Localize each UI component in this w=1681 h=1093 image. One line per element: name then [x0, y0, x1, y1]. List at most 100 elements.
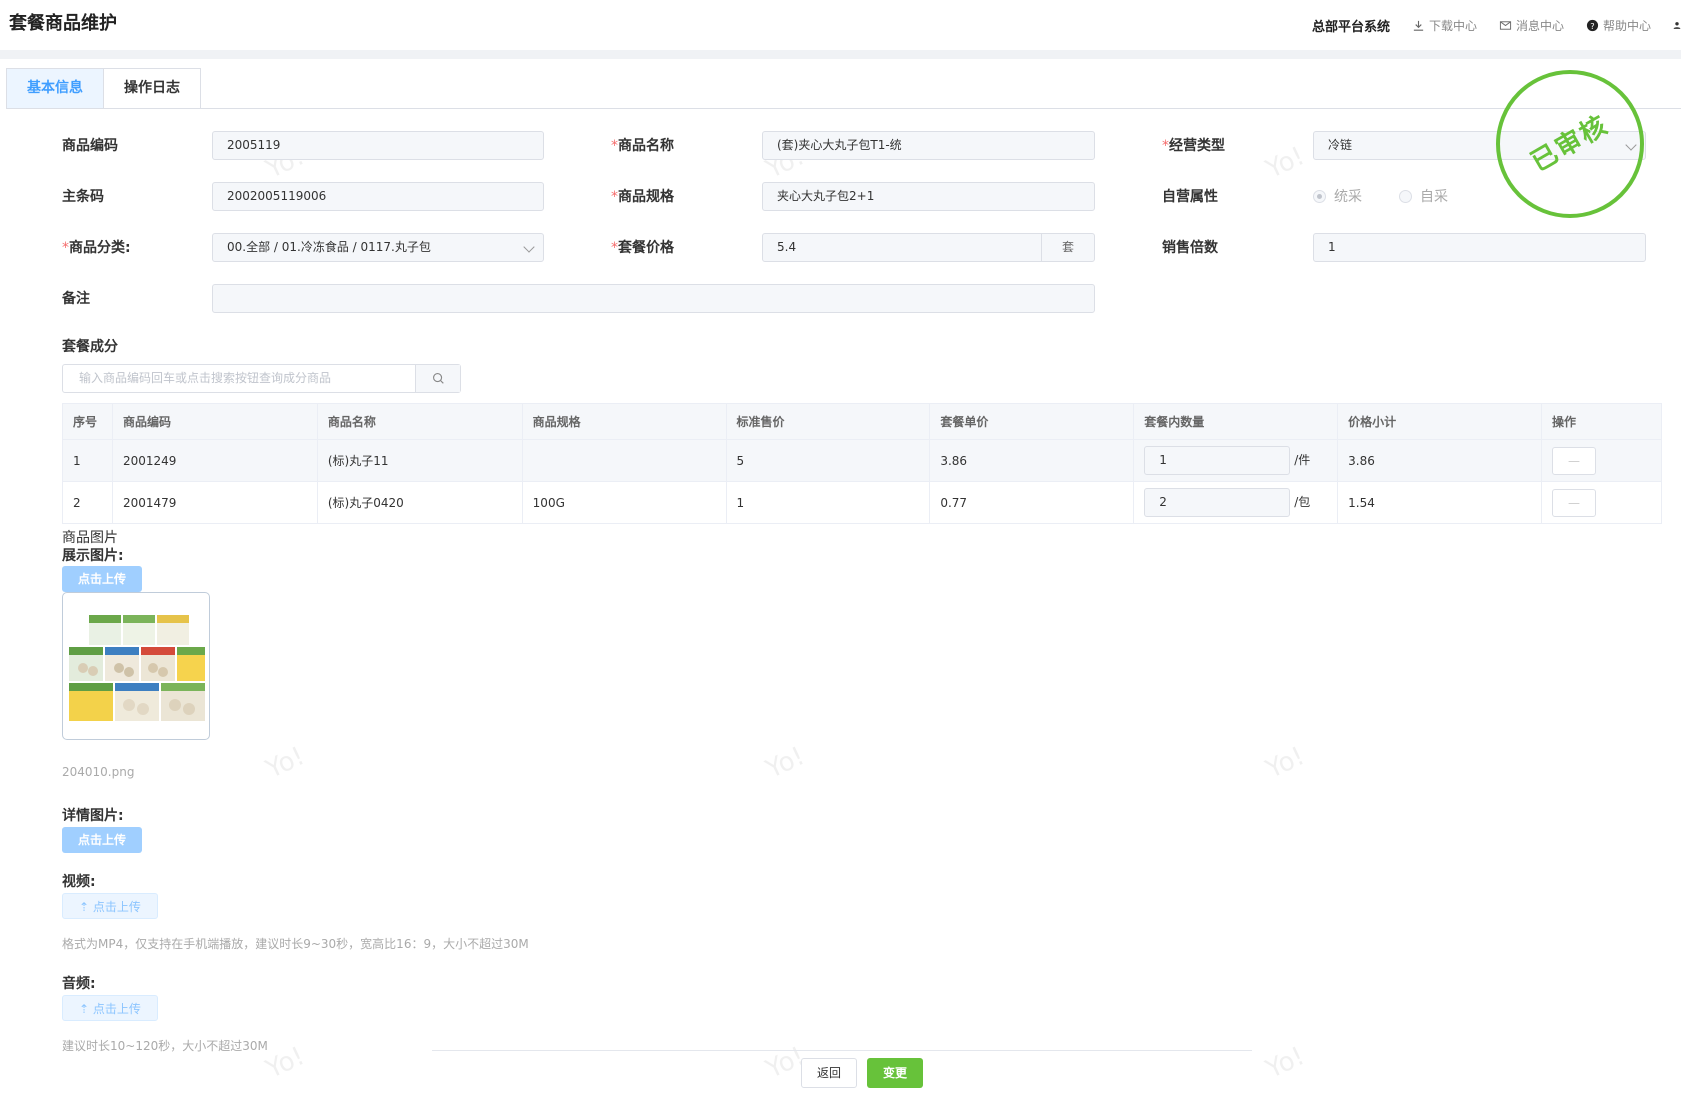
product-image — [69, 615, 205, 721]
required-mark: * — [611, 138, 618, 154]
system-name: 总部平台系统 — [1311, 20, 1390, 35]
price-unit: 套 — [1041, 233, 1095, 262]
spec-field[interactable]: 夹心大丸子包2+1 — [762, 182, 1095, 211]
spec-label: *商品规格 — [611, 186, 674, 206]
category-label-text: 商品分类: — [69, 240, 131, 256]
audio-label: 音频: — [62, 976, 96, 992]
price-field[interactable]: 5.4 — [762, 233, 1042, 262]
required-mark: * — [611, 240, 618, 256]
qty-unit: /包 — [1294, 495, 1311, 509]
name-label: *商品名称 — [611, 135, 674, 155]
radio-unchecked-icon — [1399, 189, 1412, 203]
message-center-label: 消息中心 — [1515, 19, 1564, 33]
help-center-link[interactable]: ? 帮助中心 — [1586, 17, 1651, 34]
tab-basic-info[interactable]: 基本信息 — [6, 68, 104, 109]
col-header: 商品编码 — [111, 403, 318, 440]
cell-qty: 1/件 — [1133, 439, 1339, 482]
change-button[interactable]: 变更 — [867, 1058, 923, 1088]
cell-code: 2001249 — [111, 439, 318, 482]
upload-icon: ⇡ — [79, 1002, 93, 1016]
header-divider — [0, 50, 1681, 59]
user-icon[interactable] — [1673, 19, 1681, 32]
price-label: *套餐价格 — [611, 237, 674, 257]
media-title: 商品图片 — [62, 530, 118, 546]
cell-name: (标)丸子11 — [316, 439, 523, 482]
barcode-field[interactable]: 2002005119006 — [212, 182, 544, 211]
multiple-field[interactable]: 1 — [1313, 233, 1646, 262]
back-button[interactable]: 返回 — [801, 1058, 857, 1088]
help-center-label: 帮助中心 — [1602, 19, 1651, 33]
cell-spec: 100G — [521, 481, 727, 524]
watermark: Yo! — [761, 741, 810, 785]
radio-tongcai[interactable]: 统采 — [1313, 186, 1362, 206]
spec-label-text: 商品规格 — [618, 189, 674, 205]
svg-text:?: ? — [1590, 21, 1594, 31]
qty-input[interactable]: 1 — [1144, 446, 1291, 475]
watermark: Yo! — [1261, 741, 1310, 785]
upload-video-button[interactable]: ⇡ 点击上传 — [62, 893, 158, 919]
watermark: Yo! — [261, 1041, 310, 1085]
video-label: 视频: — [62, 874, 96, 890]
remark-field[interactable] — [212, 284, 1095, 313]
message-center-link[interactable]: 消息中心 — [1499, 17, 1564, 34]
search-button[interactable] — [415, 365, 460, 392]
download-icon — [1413, 20, 1424, 31]
cell-subtotal: 3.86 — [1337, 439, 1542, 482]
page: 套餐商品维护 总部平台系统 下载中心 消息中心 ? 帮助中心 基本信息 操作日志… — [0, 0, 1681, 1093]
category-select[interactable]: 00.全部 / 01.冷冻食品 / 0117.丸子包 — [212, 233, 544, 262]
detail-image-label: 详情图片: — [62, 808, 124, 824]
required-mark: * — [62, 240, 69, 256]
product-image-thumbnail[interactable] — [62, 592, 210, 740]
qty-unit: /件 — [1294, 453, 1311, 467]
remove-row-button[interactable]: — — [1551, 446, 1596, 475]
cell-qty: 2/包 — [1133, 481, 1339, 524]
approved-stamp: 已审核 — [1496, 70, 1644, 218]
upload-display-image-button[interactable]: 点击上传 — [62, 566, 143, 592]
cell-std-price: 1 — [725, 481, 931, 524]
col-header: 商品规格 — [521, 403, 727, 440]
radio-zicai[interactable]: 自采 — [1399, 186, 1448, 206]
name-field[interactable]: (套)夹心大丸子包T1-统 — [762, 131, 1095, 160]
chevron-down-icon — [523, 241, 535, 253]
download-center-link[interactable]: 下载中心 — [1412, 17, 1477, 34]
name-label-text: 商品名称 — [618, 138, 674, 154]
components-title: 套餐成分 — [62, 339, 118, 355]
code-field[interactable]: 2005119 — [212, 131, 544, 160]
cell-index: 2 — [62, 481, 113, 524]
col-header: 套餐内数量 — [1133, 403, 1339, 440]
components-table: 序号 商品编码 商品名称 商品规格 标准售价 套餐单价 套餐内数量 价格小计 操… — [62, 403, 1663, 524]
image-filename[interactable]: 204010.png — [62, 765, 134, 779]
biz-type-label-text: 经营类型 — [1169, 138, 1225, 154]
page-title: 套餐商品维护 — [9, 13, 117, 34]
component-search[interactable]: 输入商品编码回车或点击搜索按钮查询成分商品 — [62, 364, 461, 393]
cell-op: — — [1540, 481, 1663, 524]
display-image-label: 展示图片: — [62, 548, 124, 564]
footer-divider — [432, 1050, 1252, 1051]
radio-tongcai-label: 统采 — [1334, 189, 1362, 205]
table-row: 1 2001249 (标)丸子11 5 3.86 1/件 3.86 — — [62, 439, 1663, 482]
cell-unit-price: 0.77 — [929, 481, 1135, 524]
self-attr-label: 自营属性 — [1162, 189, 1218, 205]
table-header-row: 序号 商品编码 商品名称 商品规格 标准售价 套餐单价 套餐内数量 价格小计 操… — [62, 403, 1663, 440]
category-label: *商品分类: — [62, 237, 131, 257]
col-header: 操作 — [1540, 403, 1663, 440]
watermark: Yo! — [1261, 141, 1310, 185]
watermark: Yo! — [261, 741, 310, 785]
tab-underline — [6, 108, 1681, 109]
search-icon — [433, 373, 444, 384]
col-header: 套餐单价 — [929, 403, 1135, 440]
col-header: 序号 — [62, 403, 113, 440]
tab-bar: 基本信息 操作日志 — [6, 68, 201, 109]
upload-detail-image-button[interactable]: 点击上传 — [62, 827, 143, 853]
col-header: 标准售价 — [725, 403, 931, 440]
cell-code: 2001479 — [111, 481, 318, 524]
cell-index: 1 — [62, 439, 113, 482]
upload-audio-button[interactable]: ⇡ 点击上传 — [62, 995, 158, 1021]
cell-subtotal: 1.54 — [1337, 481, 1542, 524]
qty-input[interactable]: 2 — [1144, 488, 1291, 517]
upload-video-label: 点击上传 — [92, 900, 141, 914]
tab-operation-log[interactable]: 操作日志 — [104, 68, 201, 109]
cell-name: (标)丸子0420 — [316, 481, 523, 524]
remove-row-button[interactable]: — — [1551, 488, 1596, 517]
multiple-label: 销售倍数 — [1162, 240, 1218, 256]
